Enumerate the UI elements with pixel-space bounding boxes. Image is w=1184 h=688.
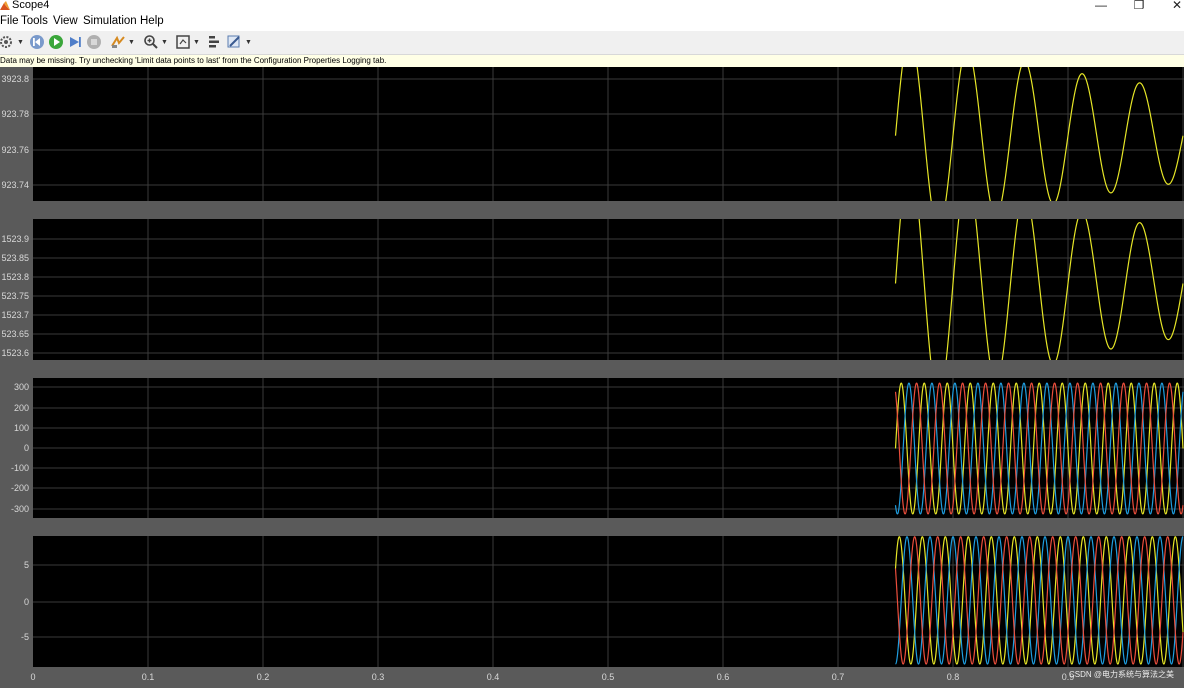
highlight-block-icon[interactable] [110,34,126,50]
window-title-bar: Scope4 — ❐ ✕ [0,0,1184,14]
y-tick-label: -100 [11,463,29,473]
y-tick-label: 1523.8 [1,272,29,282]
menu-tools[interactable]: Tools [21,15,48,27]
y-tick-label: -5 [21,632,29,642]
y-tick-label: 100 [14,423,29,433]
stop-icon[interactable] [86,34,102,50]
step-forward-icon[interactable] [67,34,83,50]
y-tick-label: 0 [24,443,29,453]
menu-help[interactable]: Help [140,15,164,27]
axes-scaling-icon[interactable] [175,34,191,50]
y-tick-label: 0 [24,597,29,607]
y-tick-label: 200 [14,403,29,413]
step-back-icon[interactable] [29,34,45,50]
axes-scaling-dropdown-icon[interactable]: ▼ [193,39,200,46]
minimize-button[interactable]: — [1086,0,1116,12]
menu-bar: File Tools View Simulation Help [0,14,1184,31]
y-tick-label: 1523.9 [1,234,29,244]
y-tick-label: 923.74 [1,180,29,190]
signal-selector-icon[interactable] [206,34,222,50]
x-tick-label: 0.3 [372,672,385,682]
x-tick-label: 0.1 [142,672,155,682]
x-tick-label: 0 [30,672,35,682]
x-tick-label: 0.6 [717,672,730,682]
menu-file[interactable]: File [0,15,19,27]
settings-gear-icon[interactable] [0,34,14,50]
menu-view[interactable]: View [53,15,78,27]
matlab-logo-icon [0,1,10,10]
y-tick-label: 1523.7 [1,310,29,320]
window-title: Scope4 [12,0,50,11]
x-tick-label: 0.7 [832,672,845,682]
highlight-dropdown-icon[interactable]: ▼ [128,39,135,46]
toolbar: ▼ ▼ ▼ ▼ ▼ [0,31,1184,55]
watermark: CSDN @电力系统与算法之美 [1069,670,1175,679]
y-tick-label: 1523.6 [1,348,29,358]
menu-simulation[interactable]: Simulation [83,15,137,27]
y-tick-label: 523.75 [1,291,29,301]
data-missing-warning: Data may be missing. Try unchecking 'Lim… [0,55,1184,67]
zoom-dropdown-icon[interactable]: ▼ [161,39,168,46]
x-tick-label: 0.4 [487,672,500,682]
y-tick-label: 5 [24,560,29,570]
run-icon[interactable] [48,34,64,50]
y-tick-label: 523.65 [1,329,29,339]
restore-button[interactable]: ❐ [1124,0,1154,12]
y-tick-label: 923.76 [1,145,29,155]
x-tick-label: 0.5 [602,672,615,682]
close-button[interactable]: ✕ [1162,0,1184,12]
settings-dropdown-icon[interactable]: ▼ [17,39,24,46]
zoom-icon[interactable] [143,34,159,50]
y-tick-label: 923.78 [1,109,29,119]
y-tick-label: 300 [14,382,29,392]
x-tick-label: 0.8 [947,672,960,682]
y-tick-label: 3923.8 [1,74,29,84]
edit-style-dropdown-icon[interactable]: ▼ [245,39,252,46]
scope-axes-svg[interactable]: 3923.8 923.78 923.76 923.74 1523.9 523.85 1523… [0,67,1184,683]
y-tick-label: -300 [11,504,29,514]
x-tick-label: 0.2 [257,672,270,682]
edit-style-icon[interactable] [226,34,242,50]
y-tick-label: 523.85 [1,253,29,263]
y-tick-label: -200 [11,483,29,493]
scope-plot-area: 3923.8 923.78 923.76 923.74 1523.9 523.85 1523… [0,67,1184,683]
